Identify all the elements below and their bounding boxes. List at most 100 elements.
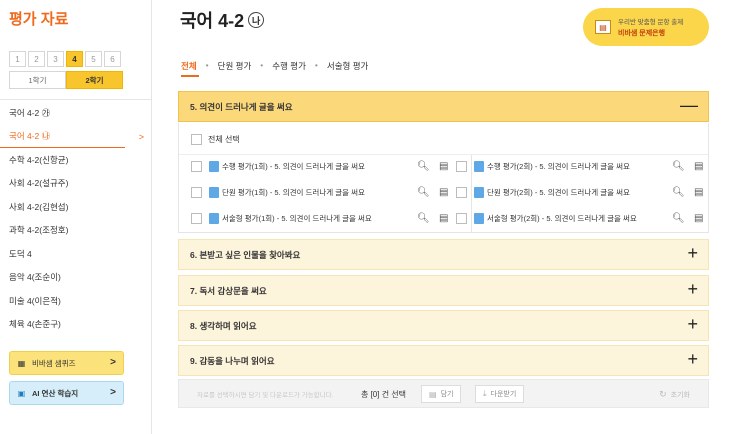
term-button-2[interactable]: 2학기 <box>66 71 123 89</box>
reset-label: 초기화 <box>670 391 690 399</box>
tab-performance-evaluation[interactable]: 수행 평가 <box>272 60 306 72</box>
subject-label: 체육 4(손준구) <box>9 319 61 330</box>
select-all[interactable]: 전체 선택 <box>191 134 240 145</box>
grade-button-2[interactable]: 2 <box>28 51 45 67</box>
section-header-5[interactable]: 5. 의견이 드러나게 글을 써요 — <box>178 91 709 122</box>
tab-separator: • <box>205 60 209 70</box>
tab-all[interactable]: 전체 <box>181 60 197 72</box>
grade-button-6[interactable]: 6 <box>104 51 121 67</box>
subject-label: 수학 4-2(신항균) <box>9 154 69 165</box>
selection-hint: 자료를 선택하시면 담기 및 다운로드가 가능합니다. <box>197 392 334 399</box>
active-tab-indicator <box>181 75 199 77</box>
grade-selector: 1 2 3 4 5 6 <box>9 51 123 67</box>
document-box-icon[interactable]: ▤ <box>694 161 703 172</box>
subject-item[interactable]: 도덕 4 <box>0 242 151 266</box>
download-button[interactable]: ⤓ 다운받기 <box>475 385 525 403</box>
sidebar: 평가 자료 1 2 3 4 5 6 1학기 2학기 국어 4-2 ㉮ 국어 4-… <box>0 0 152 434</box>
magnifier-icon[interactable]: 🔍︎ <box>417 213 430 224</box>
list-item: 서술형 평가(2회) - 5. 의견이 드러나게 글을 써요 🔍︎ ▤ <box>456 208 706 228</box>
section-header-7[interactable]: 7. 독서 감상문을 써요 + <box>178 275 709 306</box>
item-checkbox[interactable] <box>456 212 467 224</box>
reset-button[interactable]: ↻ 초기화 <box>659 389 690 400</box>
document-box-icon[interactable]: ▤ <box>439 161 448 172</box>
expand-icon[interactable]: + <box>687 314 698 335</box>
subject-item-active[interactable]: 국어 4-2 ㉯ > <box>0 125 144 148</box>
ai-worksheet-button[interactable]: ▣ AI 연산 학습지 > <box>9 381 124 405</box>
document-box-icon[interactable]: ▤ <box>694 187 703 198</box>
subject-item[interactable]: 사회 4-2(김현섭) <box>0 195 151 219</box>
term-button-1[interactable]: 1학기 <box>9 71 66 89</box>
quiz-icon: ▦ <box>17 358 26 368</box>
document-icon <box>209 160 219 172</box>
list-item: 서술형 평가(1회) - 5. 의견이 드러나게 글을 써요 🔍︎ ▤ <box>191 208 461 228</box>
subject-label: 미술 4(이은적) <box>9 295 61 306</box>
expand-icon[interactable]: + <box>687 243 698 264</box>
expand-icon[interactable]: + <box>687 349 698 370</box>
item-title[interactable]: 서술형 평가(2회) - 5. 의견이 드러나게 글을 써요 <box>487 213 637 224</box>
list-item: 단원 평가(2회) - 5. 의견이 드러나게 글을 써요 🔍︎ ▤ <box>456 182 706 202</box>
item-title[interactable]: 수행 평가(1회) - 5. 의견이 드러나게 글을 써요 <box>222 161 365 172</box>
magnifier-icon[interactable]: 🔍︎ <box>672 213 685 224</box>
item-checkbox[interactable] <box>191 212 202 224</box>
subject-list: 국어 4-2 ㉮ 국어 4-2 ㉯ > 수학 4-2(신항균) 사회 4-2(설규… <box>0 101 151 336</box>
selection-count: 총 [0] 건 선택 <box>361 390 407 399</box>
sidebar-title: 평가 자료 <box>9 11 69 28</box>
chevron-right-icon: > <box>110 357 116 368</box>
section-header-6[interactable]: 6. 본받고 싶은 인물을 찾아봐요 + <box>178 239 709 270</box>
expand-icon[interactable]: + <box>687 279 698 300</box>
save-button[interactable]: ▤ 담기 <box>421 385 462 403</box>
grade-button-1[interactable]: 1 <box>9 51 26 67</box>
download-icon: ⤓ <box>483 389 487 398</box>
section-title: 9. 감동을 나누며 읽어요 <box>190 355 275 366</box>
section-content-5: 전체 선택 수행 평가(1회) - 5. 의견이 드러나게 글을 써요 🔍︎ ▤… <box>178 123 709 233</box>
collapse-icon[interactable]: — <box>680 95 698 116</box>
refresh-icon: ↻ <box>659 389 667 399</box>
volume-badge: 나 <box>248 12 265 28</box>
section-title: 8. 생각하며 읽어요 <box>190 320 257 331</box>
subject-item[interactable]: 사회 4-2(설규주) <box>0 172 151 196</box>
subject-label: 도덕 4 <box>9 248 32 259</box>
list-item: 단원 평가(1회) - 5. 의견이 드러나게 글을 써요 🔍︎ ▤ <box>191 182 461 202</box>
ai-button-label: AI 연산 학습지 <box>32 388 79 398</box>
subject-item[interactable]: 미술 4(이은적) <box>0 289 151 313</box>
section-header-9[interactable]: 9. 감동을 나누며 읽어요 + <box>178 345 709 376</box>
select-all-checkbox[interactable] <box>191 134 202 145</box>
item-title[interactable]: 수행 평가(2회) - 5. 의견이 드러나게 글을 써요 <box>487 161 630 172</box>
question-bank-banner[interactable]: ▤ 우리반 맞춤형 문항 출제 비바샘 문제은행 <box>583 8 709 46</box>
document-icon <box>209 212 219 224</box>
magnifier-icon[interactable]: 🔍︎ <box>417 161 430 172</box>
selection-bar: 자료를 선택하시면 담기 및 다운로드가 가능합니다. 총 [0] 건 선택 ▤… <box>178 379 709 408</box>
document-icon <box>474 160 484 172</box>
subject-item[interactable]: 수학 4-2(신항균) <box>0 148 151 172</box>
magnifier-icon[interactable]: 🔍︎ <box>417 187 430 198</box>
evaluation-tabs: 전체 • 단원 평가 • 수행 평가 • 서술형 평가 <box>181 60 368 72</box>
tab-essay-evaluation[interactable]: 서술형 평가 <box>327 60 368 72</box>
item-title[interactable]: 단원 평가(2회) - 5. 의견이 드러나게 글을 써요 <box>487 187 630 198</box>
subject-item[interactable]: 음악 4(조순이) <box>0 266 151 290</box>
grade-button-4[interactable]: 4 <box>66 51 83 67</box>
item-title[interactable]: 단원 평가(1회) - 5. 의견이 드러나게 글을 써요 <box>222 187 365 198</box>
item-checkbox[interactable] <box>191 186 202 198</box>
tab-unit-evaluation[interactable]: 단원 평가 <box>218 60 252 72</box>
document-box-icon[interactable]: ▤ <box>439 213 448 224</box>
grade-button-3[interactable]: 3 <box>47 51 64 67</box>
select-all-label: 전체 선택 <box>208 135 240 144</box>
item-checkbox[interactable] <box>191 160 202 172</box>
item-title[interactable]: 서술형 평가(1회) - 5. 의견이 드러나게 글을 써요 <box>222 213 372 224</box>
tab-separator: • <box>260 60 264 70</box>
subject-item[interactable]: 체육 4(손준구) <box>0 313 151 337</box>
section-header-8[interactable]: 8. 생각하며 읽어요 + <box>178 310 709 341</box>
quiz-button[interactable]: ▦ 비바샘 샘퀴즈 > <box>9 351 124 375</box>
document-box-icon[interactable]: ▤ <box>694 213 703 224</box>
subject-label: 국어 4-2 ㉮ <box>9 107 51 118</box>
document-box-icon[interactable]: ▤ <box>439 187 448 198</box>
magnifier-icon[interactable]: 🔍︎ <box>672 187 685 198</box>
item-checkbox[interactable] <box>456 160 467 172</box>
item-checkbox[interactable] <box>456 186 467 198</box>
divider <box>179 154 708 155</box>
subject-item[interactable]: 국어 4-2 ㉮ <box>0 101 151 125</box>
subject-item[interactable]: 과학 4-2(조정호) <box>0 219 151 243</box>
document-icon <box>474 186 484 198</box>
grade-button-5[interactable]: 5 <box>85 51 102 67</box>
magnifier-icon[interactable]: 🔍︎ <box>672 161 685 172</box>
